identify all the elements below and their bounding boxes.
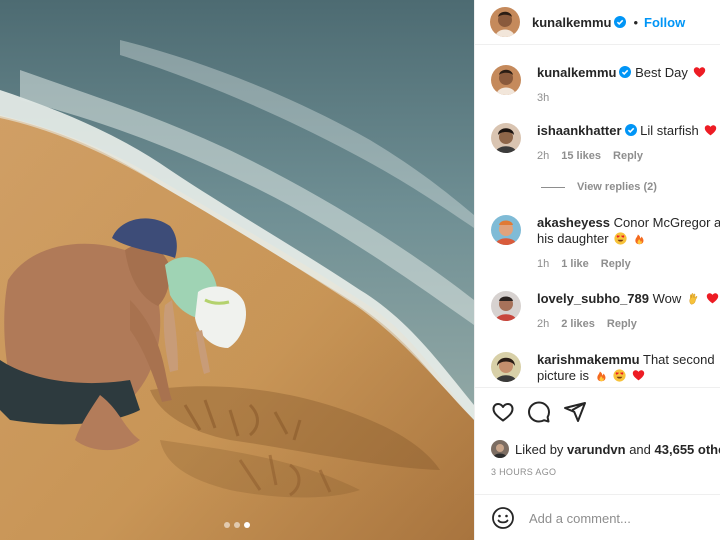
reply-button[interactable]: Reply xyxy=(607,316,637,332)
view-replies-label: View replies (2) xyxy=(577,181,657,193)
caption-comment: kunalkemmu Best Day 3h xyxy=(491,65,720,106)
comment-input[interactable]: Add a comment... xyxy=(529,511,631,526)
verified-badge-icon xyxy=(624,124,637,136)
post-timestamp[interactable]: 3 HOURS AGO xyxy=(491,467,556,477)
heart-eyes-emoji xyxy=(613,369,626,382)
comment-username[interactable]: ishaankhatter xyxy=(537,123,622,138)
comment-time: 1h xyxy=(537,258,550,270)
avatar[interactable] xyxy=(491,65,521,95)
author-avatar[interactable] xyxy=(490,7,520,37)
red-heart-emoji xyxy=(694,67,706,78)
likes-others[interactable]: 43,655 others xyxy=(655,442,720,457)
comment-item: karishmakemmu That second picture is xyxy=(491,352,720,384)
post-photo[interactable] xyxy=(0,0,474,540)
likes-prefix: Liked by xyxy=(515,441,564,457)
verified-badge-icon xyxy=(614,16,627,28)
carousel-dot xyxy=(234,522,240,528)
comment-item: ishaankhatter Lil starfish 2h 15 likes R… xyxy=(491,123,720,164)
red-heart-emoji xyxy=(632,370,645,381)
likes-joiner: and xyxy=(629,441,651,457)
replies-divider xyxy=(541,186,565,188)
beach-photo xyxy=(0,0,474,540)
verified-badge-icon xyxy=(619,66,632,78)
fire-emoji xyxy=(635,234,644,245)
carousel-dot xyxy=(224,522,230,528)
liker-username[interactable]: varundvn xyxy=(567,442,626,457)
likes-summary: Liked by varundvn and 43,655 others xyxy=(491,440,720,458)
comment-username[interactable]: karishmakemmu xyxy=(537,352,640,367)
liker-avatar[interactable] xyxy=(491,440,509,458)
comment-time: 2h xyxy=(537,318,550,330)
comment-likes[interactable]: 2 likes xyxy=(561,316,595,332)
comment-item: lovely_subho_789 Wow 2h 2 likes Reply xyxy=(491,291,720,332)
comment-username[interactable]: kunalkemmu xyxy=(537,65,616,80)
emoji-smile-icon[interactable] xyxy=(491,506,515,530)
comment-time: 3h xyxy=(537,92,550,104)
comment-text: Wow xyxy=(652,291,682,306)
follow-button[interactable]: Follow xyxy=(644,15,685,30)
comment-icon[interactable] xyxy=(527,400,551,424)
author-username[interactable]: kunalkemmu xyxy=(532,15,611,30)
post-actions: Liked by varundvn and 43,655 others 3 HO… xyxy=(475,387,720,540)
comment-text: Lil starfish xyxy=(640,123,699,138)
reply-button[interactable]: Reply xyxy=(613,148,643,164)
comment-username[interactable]: lovely_subho_789 xyxy=(537,291,649,306)
avatar[interactable] xyxy=(491,215,521,245)
action-icons xyxy=(491,400,587,424)
carousel-dot-active xyxy=(244,522,250,528)
comment-text: Best Day xyxy=(635,65,688,80)
comment-username[interactable]: akasheyess xyxy=(537,215,610,230)
ok-hand-emoji xyxy=(689,293,698,305)
avatar[interactable] xyxy=(491,291,521,321)
view-replies-button[interactable]: View replies (2) xyxy=(541,181,657,193)
post-side-panel: kunalkemmu • Follow kunalkemmu Best Day … xyxy=(474,0,720,540)
add-comment-bar[interactable]: Add a comment... xyxy=(475,494,720,540)
fire-emoji xyxy=(597,371,606,382)
red-heart-emoji xyxy=(706,293,718,304)
comment-likes[interactable]: 15 likes xyxy=(561,148,601,164)
comments-list[interactable]: kunalkemmu Best Day 3h ishaankhatter Lil… xyxy=(475,45,720,387)
carousel-indicator xyxy=(0,522,474,528)
share-icon[interactable] xyxy=(563,400,587,424)
comment-item: akasheyess Conor McGregor and his daught… xyxy=(491,215,720,272)
avatar[interactable] xyxy=(491,352,521,382)
comment-time: 2h xyxy=(537,150,550,162)
red-heart-emoji xyxy=(705,125,717,136)
heart-eyes-emoji xyxy=(614,232,627,245)
heart-icon[interactable] xyxy=(491,400,515,424)
comment-likes[interactable]: 1 like xyxy=(561,256,589,272)
post-header: kunalkemmu • Follow xyxy=(475,0,720,45)
avatar[interactable] xyxy=(491,123,521,153)
reply-button[interactable]: Reply xyxy=(601,256,631,272)
header-separator: • xyxy=(633,14,639,30)
